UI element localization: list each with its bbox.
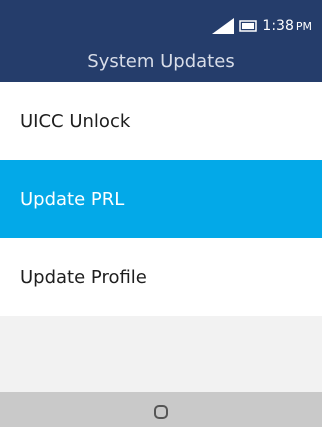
menu-item-label: Update PRL [20,188,125,210]
menu-item-label: UICC Unlock [20,110,131,132]
clock-time: 1:38 [262,17,294,34]
status-bar: 1:38 PM [212,16,312,36]
battery-icon [239,20,258,32]
clock-ampm: PM [295,19,312,33]
app-header: 1:38 PM System Updates [0,0,322,82]
soft-key-bar [0,392,322,427]
clock: 1:38 PM [262,16,312,37]
menu-item-update-profile[interactable]: Update Profile [0,238,322,316]
menu-item-update-prl[interactable]: Update PRL [0,160,322,238]
empty-area [0,316,322,392]
signal-icon [212,18,235,34]
menu-list: UICC Unlock Update PRL Update Profile [0,82,322,316]
menu-item-uicc-unlock[interactable]: UICC Unlock [0,82,322,160]
menu-item-label: Update Profile [20,266,147,288]
screen-title: System Updates [87,51,235,72]
center-key-icon[interactable] [154,404,168,419]
